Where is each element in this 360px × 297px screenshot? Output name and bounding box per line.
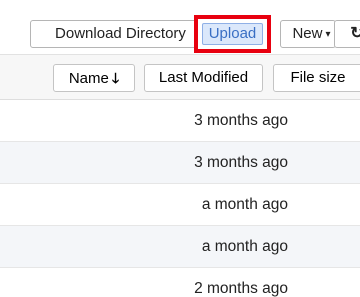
sort-file-size-button[interactable]: File size <box>273 64 360 92</box>
table-row[interactable]: 3 months ago <box>0 100 360 142</box>
upload-highlight-box: Upload <box>194 15 271 53</box>
sort-name-button[interactable]: Name 🡓 <box>53 64 135 92</box>
new-label: New <box>292 25 323 42</box>
upload-button[interactable]: Upload <box>202 23 263 45</box>
download-directory-button[interactable]: Download Directory <box>30 20 204 48</box>
last-modified-cell: 3 months ago <box>194 112 288 129</box>
table-row[interactable]: a month ago <box>0 184 360 226</box>
refresh-button[interactable]: ↻ <box>334 20 360 48</box>
last-modified-column-label: Last Modified <box>158 69 249 86</box>
arrow-down-icon: 🡓 <box>111 70 120 86</box>
caret-down-icon: ▾ <box>325 29 331 40</box>
refresh-icon: ↻ <box>350 25 360 42</box>
new-dropdown-button[interactable]: New ▾ <box>280 20 336 48</box>
last-modified-cell: a month ago <box>201 238 288 255</box>
sort-last-modified-button[interactable]: Last Modified <box>144 64 263 92</box>
last-modified-cell: 2 months ago <box>194 280 288 297</box>
name-column-label: Name <box>68 70 109 87</box>
table-row[interactable]: 2 months ago <box>0 268 360 297</box>
upload-label: Upload <box>208 25 257 42</box>
download-directory-label: Download Directory <box>55 25 186 42</box>
file-size-column-label: File size <box>290 69 346 86</box>
table-row[interactable]: a month ago <box>0 226 360 268</box>
file-list-header: Name 🡓 Last Modified File size <box>0 54 360 100</box>
table-row[interactable]: 3 months ago <box>0 142 360 184</box>
last-modified-cell: a month ago <box>201 196 288 213</box>
last-modified-cell: 3 months ago <box>194 154 288 171</box>
